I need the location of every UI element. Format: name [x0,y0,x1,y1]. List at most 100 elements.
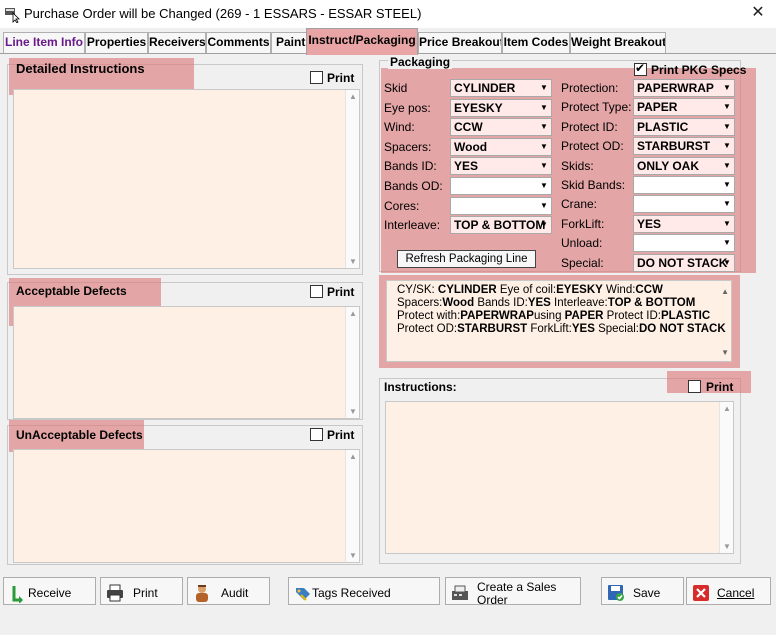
packaging-select-value: Wood [454,139,488,154]
chevron-down-icon[interactable]: ▼ [720,138,734,154]
chevron-down-icon[interactable]: ▼ [720,99,734,115]
scroll-up-icon[interactable]: ▲ [720,404,734,413]
summary-line-4: Protect OD:STARBURST ForkLift:YES Specia… [397,323,726,335]
window-title: Purchase Order will be Changed (269 - 1 … [24,6,422,21]
acceptable-print-checkbox[interactable] [310,285,323,298]
audit-button[interactable]: Audit [187,577,270,605]
packaging-select[interactable]: ▼ [633,234,735,253]
chevron-down-icon[interactable]: ▼ [537,139,551,155]
instructions-print-label: Print [706,380,734,394]
packaging-select-value: YES [454,159,479,174]
scroll-down-icon[interactable]: ▼ [346,407,360,416]
print-button[interactable]: Print [100,577,183,605]
acceptable-defects-textarea[interactable]: ▲ ▼ [13,306,360,419]
instructions-print-checkbox[interactable] [688,380,701,393]
packaging-select[interactable]: ▼ [633,176,735,194]
tab-paint[interactable]: Paint [271,32,307,53]
packaging-select-value: PAPERWRAP [637,81,714,95]
scrollbar[interactable]: ▲ ▼ [345,307,359,418]
tab-item-codes[interactable]: Item Codes [502,32,570,53]
receive-button[interactable]: Receive [3,577,96,605]
chevron-down-icon[interactable]: ▼ [720,196,734,212]
chevron-down-icon[interactable]: ▼ [720,255,734,271]
packaging-field-label: Special: [561,255,604,270]
scroll-up-icon[interactable]: ▲ [346,452,360,461]
tab-instruct-packaging[interactable]: Instruct/Packaging [306,28,418,55]
chevron-down-icon[interactable]: ▼ [720,216,734,232]
scroll-down-icon[interactable]: ▼ [720,542,734,551]
detailed-print-label: Print [327,71,355,85]
packaging-select[interactable]: DO NOT STACK ▼ [633,253,735,272]
tab-price-breakout[interactable]: Price Breakout [418,32,502,53]
packaging-field-label: Protection: [561,81,619,95]
chevron-down-icon[interactable]: ▼ [537,217,551,233]
packaging-select[interactable]: PLASTIC ▼ [633,117,735,136]
chevron-down-icon[interactable]: ▼ [537,158,551,174]
packaging-field-label: Eye pos: [384,100,431,115]
packaging-summary-text[interactable]: CY/SK: CYLINDER Eye of coil:EYESKY Wind:… [386,280,732,362]
tab-properties[interactable]: Properties [85,32,148,53]
print-pkg-specs-checkbox[interactable] [634,61,647,76]
chevron-down-icon[interactable]: ▼ [537,178,551,194]
cancel-icon [693,585,709,601]
tab-line-item-info[interactable]: Line Item Info [3,32,85,53]
packaging-select[interactable]: YES ▼ [450,157,552,176]
packaging-select-value: YES [637,216,662,231]
save-button[interactable]: Save [601,577,684,605]
detailed-instructions-label: Detailed Instructions [16,61,145,76]
tab-receivers[interactable]: Receivers [148,32,206,53]
create-sales-order-button[interactable]: Create a Sales Order [445,577,581,607]
tags-received-button[interactable]: Tags Received [288,577,440,605]
auditor-icon [196,585,208,602]
scrollbar[interactable]: ▲ ▼ [345,450,359,562]
packaging-select[interactable]: ONLY OAK ▼ [633,156,735,175]
packaging-field-label: Protect OD: [561,139,624,154]
scroll-down-icon[interactable]: ▼ [721,346,729,359]
packaging-field-label: Wind: [384,120,415,135]
detailed-print-checkbox[interactable] [310,71,323,84]
packaging-field-label: Bands ID: [384,159,437,174]
packaging-select[interactable]: EYESKY ▼ [450,98,552,117]
packaging-select[interactable]: STARBURST ▼ [633,137,735,156]
packaging-select[interactable]: PAPERWRAP ▼ [633,79,735,97]
packaging-select[interactable]: CYLINDER ▼ [450,79,552,97]
packaging-field-label: Skids: [561,158,594,173]
chevron-down-icon[interactable]: ▼ [720,158,734,174]
packaging-select[interactable]: ▼ [633,195,735,214]
packaging-select[interactable]: CCW ▼ [450,118,552,137]
scroll-up-icon[interactable]: ▲ [721,285,729,298]
refresh-packaging-line-button[interactable]: Refresh Packaging Line [397,250,536,268]
scrollbar[interactable]: ▲ ▼ [719,402,733,553]
tab-weight-breakout[interactable]: Weight Breakout [570,32,666,53]
chevron-down-icon[interactable]: ▼ [537,80,551,96]
chevron-down-icon[interactable]: ▼ [537,119,551,135]
packaging-select[interactable]: TOP & BOTTOM ▼ [450,216,552,235]
packaging-select-value: STARBURST [637,139,711,154]
instructions-textarea[interactable]: ▲ ▼ [385,401,734,554]
unacceptable-defects-label: UnAcceptable Defects [16,428,143,442]
unacceptable-defects-textarea[interactable]: ▲ ▼ [13,449,360,563]
chevron-down-icon[interactable]: ▼ [537,100,551,116]
scrollbar[interactable]: ▲ ▼ [345,90,359,268]
tab-comments[interactable]: Comments [206,32,271,53]
chevron-down-icon[interactable]: ▼ [720,235,734,251]
chevron-down-icon[interactable]: ▼ [720,80,734,96]
cancel-button[interactable]: Cancel [686,577,771,605]
packaging-select[interactable]: ▼ [450,196,552,215]
close-icon[interactable]: ✕ [748,3,768,23]
chevron-down-icon[interactable]: ▼ [537,198,551,214]
packaging-select[interactable]: ▼ [450,177,552,195]
scroll-down-icon[interactable]: ▼ [346,551,360,560]
scroll-up-icon[interactable]: ▲ [346,309,360,318]
packaging-select-value: DO NOT STACK [637,255,728,270]
packaging-select[interactable]: YES ▼ [633,214,735,233]
chevron-down-icon[interactable]: ▼ [720,177,734,193]
packaging-field-label: Bands OD: [384,179,443,193]
scroll-down-icon[interactable]: ▼ [346,257,360,266]
scroll-up-icon[interactable]: ▲ [346,92,360,101]
packaging-select[interactable]: Wood ▼ [450,137,552,156]
packaging-select[interactable]: PAPER ▼ [633,98,735,117]
unacceptable-print-checkbox[interactable] [310,428,323,441]
chevron-down-icon[interactable]: ▼ [720,119,734,135]
detailed-instructions-textarea[interactable]: ▲ ▼ [13,89,360,269]
